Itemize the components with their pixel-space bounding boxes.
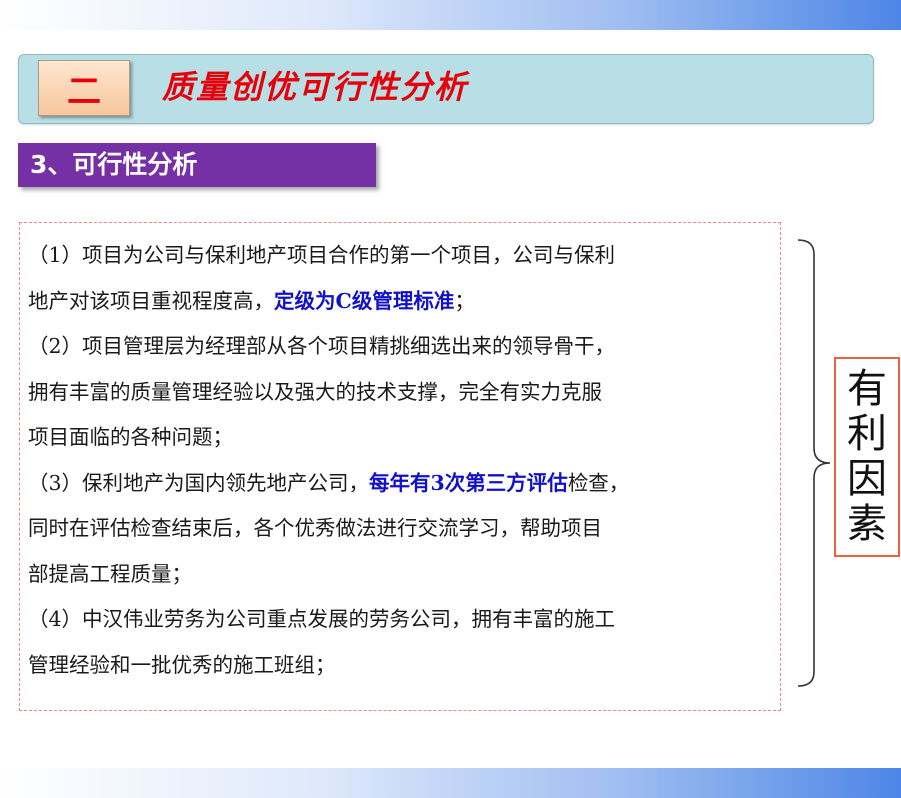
content-line: 同时在评估检查结束后，各个优秀做法进行交流学习，帮助项目: [28, 513, 602, 543]
content-line: 地产对该项目重视程度高，定级为C级管理标准；: [28, 286, 475, 316]
text-segment: （1）项目为公司与保利地产项目合作的第一个项目，公司与保利: [28, 243, 616, 267]
text-segment: 管理经验和一批优秀的施工班组；: [28, 652, 336, 677]
content-line: （4）中汉伟业劳务为公司重点发展的劳务公司，拥有丰富的施工: [28, 604, 615, 634]
content-line: 拥有丰富的质量管理经验以及强大的技术支撑，完全有实力克服: [28, 377, 602, 407]
content-line: 部提高工程质量；: [28, 559, 192, 589]
factor-char: 利: [847, 411, 887, 457]
section-number-badge: 二: [38, 60, 130, 116]
factor-char: 素: [847, 501, 887, 547]
factor-char: 有: [847, 366, 887, 412]
favorable-factors-label: 有 利 因 素: [834, 357, 900, 557]
text-segment: 检查，: [567, 470, 630, 495]
section-subtitle: 3、可行性分析: [18, 143, 376, 187]
text-segment: 部提高工程质量；: [28, 561, 192, 586]
text-segment: 同时在评估检查结束后，各个优秀做法进行交流学习，帮助项目: [28, 516, 602, 540]
text-segment: （3）保利地产为国内领先地产公司，: [28, 470, 370, 495]
content-line: （3）保利地产为国内领先地产公司，每年有3次第三方评估检查，: [28, 468, 629, 498]
content-line: （1）项目为公司与保利地产项目合作的第一个项目，公司与保利: [28, 240, 615, 270]
page-title: 质量创优可行性分析: [162, 68, 469, 106]
text-segment: 拥有丰富的质量管理经验以及强大的技术支撑，完全有实力克服: [28, 379, 602, 404]
text-segment: （2）项目管理层为经理部从各个项目精挑细选出来的领导骨干，: [28, 334, 616, 358]
bottom-gradient-band: [0, 768, 901, 798]
text-segment: （4）中汉伟业劳务为公司重点发展的劳务公司，拥有丰富的施工: [28, 607, 616, 631]
content-line: 管理经验和一批优秀的施工班组；: [28, 650, 336, 680]
highlighted-text: 每年有3次第三方评估: [369, 470, 568, 495]
right-brace-icon: [797, 239, 831, 687]
highlighted-text: 定级为C级管理标准: [274, 288, 455, 313]
top-gradient-band: [0, 0, 901, 30]
factor-char: 因: [847, 456, 887, 502]
text-segment: 项目面临的各种问题；: [28, 425, 233, 449]
text-segment: ；: [454, 288, 475, 313]
content-line: （2）项目管理层为经理部从各个项目精挑细选出来的领导骨干，: [28, 331, 615, 361]
content-line: 项目面临的各种问题；: [28, 422, 233, 452]
text-segment: 地产对该项目重视程度高，: [28, 288, 274, 313]
